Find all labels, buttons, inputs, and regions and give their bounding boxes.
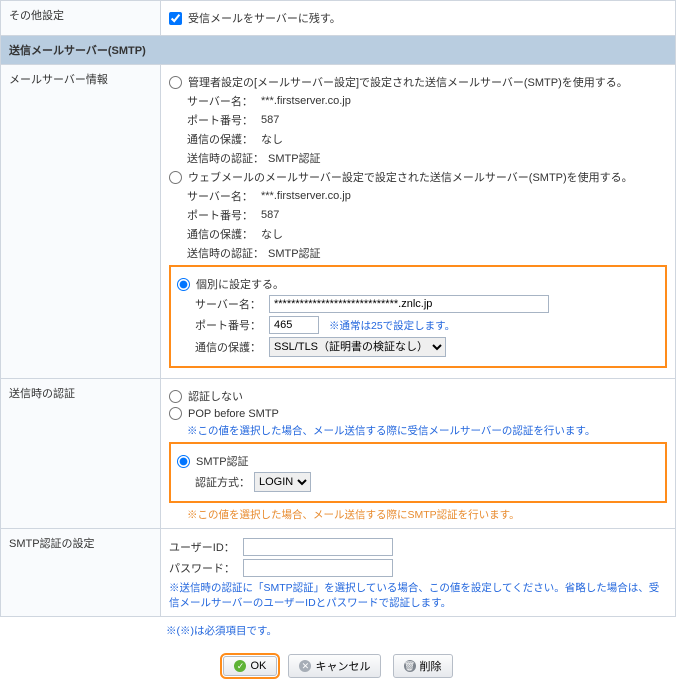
opt1-port-label: ポート番号： bbox=[187, 112, 257, 128]
mailserver-opt2-radio[interactable] bbox=[169, 171, 182, 184]
auth-method-select[interactable]: LOGIN bbox=[254, 472, 311, 492]
row-value-auth: 認証しない POP before SMTP ※この値を選択した場合、メール送信す… bbox=[161, 379, 676, 529]
opt1-port-value: 587 bbox=[261, 114, 279, 126]
mailserver-opt3-radio[interactable] bbox=[177, 278, 190, 291]
auth-pop-note: ※この値を選択した場合、メール送信する際に受信メールサーバーの認証を行います。 bbox=[169, 423, 667, 438]
smtp-section-header: 送信メールサーバー(SMTP) bbox=[1, 36, 676, 65]
leave-mail-checkbox-label[interactable]: 受信メールをサーバーに残す。 bbox=[169, 10, 667, 26]
opt2-ssl-label: 通信の保護： bbox=[187, 226, 257, 242]
smtpauth-note: ※送信時の認証に「SMTP認証」を選択している場合、この値を設定してください。省… bbox=[169, 580, 667, 610]
auth-none-radio[interactable] bbox=[169, 390, 182, 403]
opt2-auth-value: SMTP認証 bbox=[268, 245, 321, 261]
auth-smtp-radio[interactable] bbox=[177, 455, 190, 468]
mailserver-opt3-desc: 個別に設定する。 bbox=[196, 276, 284, 292]
opt3-server-label: サーバー名： bbox=[195, 296, 265, 312]
ok-button-label: OK bbox=[250, 660, 266, 672]
leave-mail-text: 受信メールをサーバーに残す。 bbox=[188, 10, 341, 26]
auth-smtp-note: ※この値を選択した場合、メール送信する際にSMTP認証を行います。 bbox=[169, 507, 667, 522]
check-icon: ✓ bbox=[234, 660, 246, 672]
cancel-button-label: キャンセル bbox=[315, 658, 370, 674]
opt2-port-value: 587 bbox=[261, 209, 279, 221]
opt2-server-value: ***.firstserver.co.jp bbox=[261, 190, 351, 202]
mailserver-opt2-desc: ウェブメールのメールサーバー設定で設定された送信メールサーバー(SMTP)を使用… bbox=[188, 169, 633, 185]
auth-smtp-highlight: SMTP認証 認証方式： LOGIN bbox=[169, 442, 667, 503]
ok-button[interactable]: ✓ OK bbox=[223, 656, 277, 676]
row-value-other: 受信メールをサーバーに残す。 bbox=[161, 1, 676, 36]
opt2-port-label: ポート番号： bbox=[187, 207, 257, 223]
row-value-smtpauth: ユーザーID： パスワード： ※送信時の認証に「SMTP認証」を選択している場合… bbox=[161, 529, 676, 617]
cancel-icon: ✕ bbox=[299, 660, 311, 672]
mailserver-opt1-desc: 管理者設定の[メールサーバー設定]で設定された送信メールサーバー(SMTP)を使… bbox=[188, 74, 628, 90]
opt3-port-note: ※通常は25で設定します。 bbox=[329, 318, 455, 333]
auth-none-label: 認証しない bbox=[188, 388, 243, 404]
trash-icon: 🗑 bbox=[404, 660, 416, 672]
smtpauth-user-label: ユーザーID： bbox=[169, 539, 239, 555]
opt1-auth-value: SMTP認証 bbox=[268, 150, 321, 166]
opt1-ssl-value: なし bbox=[261, 131, 283, 147]
row-label-smtpauth: SMTP認証の設定 bbox=[1, 529, 161, 617]
opt1-auth-label: 送信時の認証： bbox=[187, 150, 264, 166]
opt1-server-label: サーバー名： bbox=[187, 93, 257, 109]
cancel-button[interactable]: ✕ キャンセル bbox=[288, 654, 381, 678]
mailserver-opt1-radio[interactable] bbox=[169, 76, 182, 89]
leave-mail-checkbox[interactable] bbox=[169, 12, 182, 25]
auth-smtp-label: SMTP認証 bbox=[196, 453, 249, 469]
opt2-server-label: サーバー名： bbox=[187, 188, 257, 204]
button-bar: ✓ OK ✕ キャンセル 🗑 削除 bbox=[0, 646, 676, 692]
row-value-mailserver: 管理者設定の[メールサーバー設定]で設定された送信メールサーバー(SMTP)を使… bbox=[161, 65, 676, 379]
required-footnote: ※(※)は必須項目です。 bbox=[0, 617, 676, 646]
row-label-other: その他設定 bbox=[1, 1, 161, 36]
delete-button-label: 削除 bbox=[420, 658, 442, 674]
opt3-server-input[interactable] bbox=[269, 295, 549, 313]
auth-pop-radio[interactable] bbox=[169, 407, 182, 420]
smtpauth-user-input[interactable] bbox=[243, 538, 393, 556]
smtpauth-pass-label: パスワード： bbox=[169, 560, 239, 576]
opt1-ssl-label: 通信の保護： bbox=[187, 131, 257, 147]
row-label-mailserver: メールサーバー情報 bbox=[1, 65, 161, 379]
auth-method-label: 認証方式： bbox=[195, 474, 250, 490]
row-label-auth: 送信時の認証 bbox=[1, 379, 161, 529]
mailserver-opt3-highlight: 個別に設定する。 サーバー名： ポート番号： ※通常は25で設定します。 bbox=[169, 265, 667, 368]
opt3-port-input[interactable] bbox=[269, 316, 319, 334]
opt1-server-value: ***.firstserver.co.jp bbox=[261, 95, 351, 107]
opt3-ssl-label: 通信の保護： bbox=[195, 339, 265, 355]
delete-button[interactable]: 🗑 削除 bbox=[393, 654, 453, 678]
smtpauth-pass-input[interactable] bbox=[243, 559, 393, 577]
opt2-auth-label: 送信時の認証： bbox=[187, 245, 264, 261]
opt2-ssl-value: なし bbox=[261, 226, 283, 242]
opt3-port-label: ポート番号： bbox=[195, 317, 265, 333]
auth-pop-label: POP before SMTP bbox=[188, 408, 279, 420]
opt3-ssl-select[interactable]: SSL/TLS（証明書の検証なし） bbox=[269, 337, 446, 357]
